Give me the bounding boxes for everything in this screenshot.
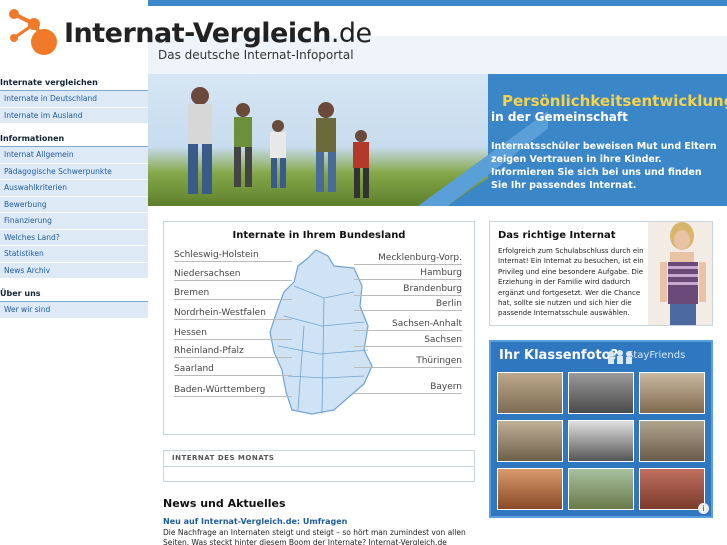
richtiges-internat-text: Erfolgreich zum Schulabschluss durch ein… — [498, 247, 644, 318]
internat-des-monats-title: INTERNAT DES MONATS — [164, 451, 474, 467]
state-link-rheinland-pfalz[interactable]: Rheinland-Pfalz — [174, 346, 292, 358]
ad-info-icon[interactable]: i — [698, 503, 709, 514]
sidebar-item-internate-deutschland[interactable]: Internate in Deutschland — [0, 91, 148, 108]
girl-photo — [648, 222, 712, 325]
class-photo — [568, 372, 634, 414]
state-link-thueringen[interactable]: Thüringen — [354, 356, 462, 368]
sidebar-item-news-archiv[interactable]: News Archiv — [0, 262, 148, 279]
state-link-brandenburg[interactable]: Brandenburg — [354, 284, 462, 296]
class-photo — [568, 468, 634, 510]
news-heading: News und Aktuelles — [163, 497, 286, 510]
logo-molecule-icon[interactable] — [4, 4, 62, 56]
state-link-bremen[interactable]: Bremen — [174, 288, 292, 300]
logo-name: Internat-Vergleich — [64, 18, 331, 49]
state-link-nordrhein-westfalen[interactable]: Nordrhein-Westfalen — [174, 308, 292, 320]
state-link-schleswig-holstein[interactable]: Schleswig-Holstein — [174, 250, 292, 262]
sidebar-item-paedagogische-schwerpunkte[interactable]: Pädagogische Schwerpunkte — [0, 163, 148, 180]
hero-text: Internatsschüler beweisen Mut und Eltern… — [491, 141, 717, 191]
sidebar-item-wer-wir-sind[interactable]: Wer wir sind — [0, 302, 148, 319]
class-photo — [639, 372, 705, 414]
richtiges-internat-title: Das richtige Internat — [498, 230, 616, 241]
class-photo — [568, 420, 634, 462]
ad-headline: Ihr Klassenfoto? — [499, 348, 619, 363]
state-link-hessen[interactable]: Hessen — [174, 328, 292, 340]
state-link-berlin[interactable]: Berlin — [354, 299, 462, 311]
sidebar-item-bewerbung[interactable]: Bewerbung — [0, 196, 148, 213]
state-link-sachsen[interactable]: Sachsen — [354, 335, 462, 347]
ad-brand: StayFriends — [627, 350, 686, 361]
state-link-bayern[interactable]: Bayern — [354, 382, 462, 394]
class-photo — [497, 372, 563, 414]
site-tagline: Das deutsche Internat-Infoportal — [158, 48, 354, 62]
state-link-hamburg[interactable]: Hamburg — [354, 268, 462, 280]
sidebar-item-auswahlkriterien[interactable]: Auswahlkriterien — [0, 180, 148, 197]
class-photo — [639, 468, 705, 510]
class-photo — [497, 468, 563, 510]
sidebar-item-finanzierung[interactable]: Finanzierung — [0, 213, 148, 230]
sidebar-item-welches-land[interactable]: Welches Land? — [0, 229, 148, 246]
sidebar-heading-informationen: Informationen — [0, 130, 148, 147]
stayfriends-ad[interactable]: Ihr Klassenfoto? StayFriends i — [489, 340, 713, 518]
site-header: Internat-Vergleich.de Das deutsche Inter… — [0, 0, 727, 74]
logo-tld: .de — [330, 18, 372, 49]
sidebar-item-internate-ausland[interactable]: Internate im Ausland — [0, 107, 148, 124]
map-title: Internate in Ihrem Bundesland — [232, 230, 406, 241]
sidebar-heading-ueber-uns: Über uns — [0, 285, 148, 302]
news-item-link[interactable]: Neu auf Internat-Vergleich.de: Umfragen — [163, 517, 347, 526]
sidebar-item-statistiken[interactable]: Statistiken — [0, 246, 148, 263]
class-photo — [639, 420, 705, 462]
bundesland-map-box: Internate in Ihrem Bundesland Schleswig-… — [163, 221, 475, 435]
state-link-sachsen-anhalt[interactable]: Sachsen-Anhalt — [354, 319, 462, 331]
class-photo — [497, 420, 563, 462]
richtiges-internat-box[interactable]: Das richtige Internat Erfolgreich zum Sc… — [489, 221, 713, 326]
internat-des-monats-box: INTERNAT DES MONATS — [163, 450, 475, 482]
sidebar-nav: Internate vergleichen Internate in Deuts… — [0, 74, 148, 545]
sidebar-item-internat-allgemein[interactable]: Internat Allgemein — [0, 147, 148, 164]
state-link-niedersachsen[interactable]: Niedersachsen — [174, 269, 292, 281]
state-link-mecklenburg-vorp[interactable]: Mecklenburg-Vorp. — [354, 253, 462, 265]
state-link-baden-wuerttemberg[interactable]: Baden-Württemberg — [174, 385, 292, 397]
hero-subtitle: in der Gemeinschaft — [491, 110, 628, 124]
state-link-saarland[interactable]: Saarland — [174, 364, 292, 376]
news-item-text: Die Nachfrage an Internaten steigt und s… — [163, 528, 466, 545]
header-top-bar — [148, 0, 727, 6]
hero-banner[interactable]: Persönlichkeitsentwicklung in der Gemein… — [148, 74, 727, 206]
logo-wordmark[interactable]: Internat-Vergleich.de — [64, 18, 372, 49]
hero-title: Persönlichkeitsentwicklung — [502, 92, 727, 110]
sidebar-heading-vergleichen: Internate vergleichen — [0, 74, 148, 91]
